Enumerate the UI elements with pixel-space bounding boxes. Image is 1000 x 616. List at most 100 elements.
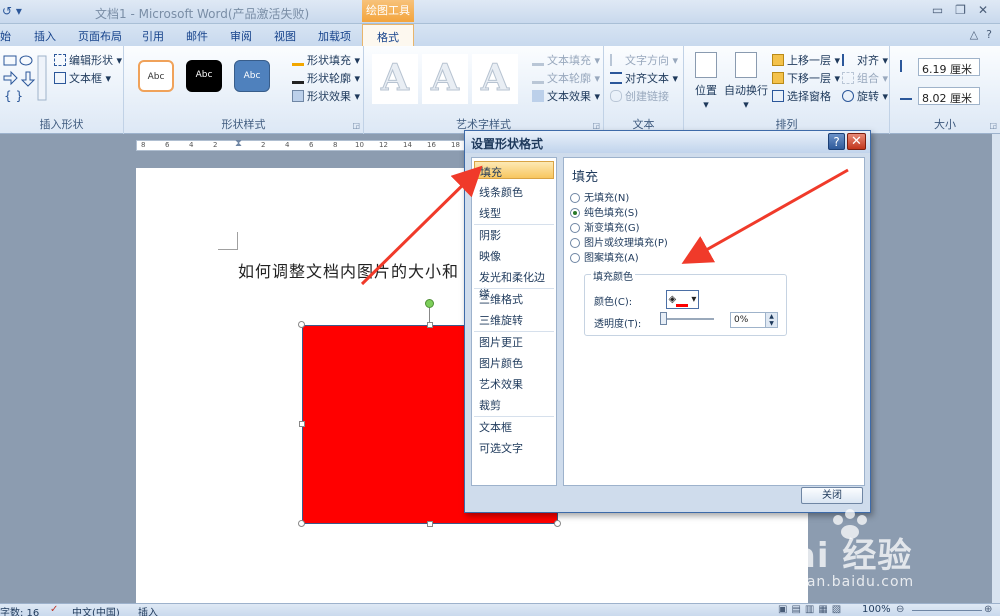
- shape-outline-button[interactable]: 形状轮廓 ▾: [292, 70, 360, 86]
- nav-item-picture-color[interactable]: 图片颜色: [474, 353, 554, 371]
- nav-item-3d-format[interactable]: 三维格式: [474, 289, 554, 307]
- minimize-button[interactable]: ▭: [932, 3, 943, 17]
- tab-mailings[interactable]: 邮件: [186, 28, 208, 44]
- rotate-button[interactable]: 旋转 ▾: [842, 88, 888, 104]
- text-effects-button[interactable]: 文本效果 ▾: [532, 88, 600, 104]
- wordart-style-2[interactable]: A: [422, 54, 468, 104]
- document-text[interactable]: 如何调整文档内图片的大小和: [238, 258, 459, 282]
- paint-bucket-icon: [292, 54, 304, 66]
- nav-item-crop[interactable]: 裁剪: [474, 395, 554, 413]
- nav-item-fill[interactable]: 填充: [474, 161, 554, 179]
- align-button[interactable]: 对齐 ▾: [842, 52, 888, 68]
- group-insert-shapes: { } 编辑形状 ▾ 文本框 ▾ 插入形状: [0, 46, 124, 134]
- selection-pane-button[interactable]: 选择窗格: [772, 88, 831, 104]
- transparency-input[interactable]: 0% ▲ ▼: [730, 312, 778, 328]
- shape-fill-button[interactable]: 形状填充 ▾: [292, 52, 360, 68]
- language-indicator[interactable]: 中文(中国): [72, 604, 120, 616]
- dialog-close-button[interactable]: ✕: [847, 133, 866, 150]
- shape-style-3[interactable]: Abc: [234, 60, 270, 92]
- insert-mode-indicator[interactable]: 插入: [138, 604, 158, 616]
- resize-handle-left[interactable]: [299, 421, 305, 427]
- shape-effects-button[interactable]: 形状效果 ▾: [292, 88, 360, 104]
- dialog-launcher-icon[interactable]: ◲: [989, 121, 997, 130]
- group-shape-styles: Abc Abc Abc 形状填充 ▾ 形状轮廓 ▾ 形状效果 ▾ 形状样式 ◲: [124, 46, 364, 134]
- nav-item-line-color[interactable]: 线条颜色: [474, 182, 554, 200]
- send-backward-button[interactable]: 下移一层 ▾: [772, 70, 840, 86]
- zoom-out-icon[interactable]: ⊖: [896, 604, 904, 615]
- zoom-level[interactable]: 100%: [862, 604, 891, 615]
- bring-forward-icon: [772, 54, 784, 66]
- resize-handle-bottom-left[interactable]: [298, 520, 305, 527]
- restore-button[interactable]: ❐: [955, 3, 966, 17]
- resize-handle-top[interactable]: [427, 322, 433, 328]
- tab-page-layout[interactable]: 页面布局: [78, 28, 122, 44]
- tab-insert[interactable]: 插入: [34, 28, 56, 44]
- tab-references[interactable]: 引用: [142, 28, 164, 44]
- help-question-icon[interactable]: ?: [986, 28, 992, 41]
- nav-item-shadow[interactable]: 阴影: [474, 225, 554, 243]
- dialog-close-action-button[interactable]: 关闭: [801, 487, 863, 504]
- tab-addins[interactable]: 加载项: [318, 28, 351, 44]
- radio-no-fill[interactable]: 无填充(N): [570, 189, 629, 204]
- proofing-icon[interactable]: ✓: [50, 604, 58, 615]
- wordart-style-3[interactable]: A: [472, 54, 518, 104]
- position-button[interactable]: 位置 ▾: [690, 52, 722, 111]
- tab-review[interactable]: 审阅: [230, 28, 252, 44]
- radio-gradient-fill[interactable]: 渐变填充(G): [570, 219, 640, 234]
- nav-item-picture-corrections[interactable]: 图片更正: [474, 332, 554, 350]
- radio-solid-fill[interactable]: 纯色填充(S): [570, 204, 638, 219]
- nav-item-3d-rotation[interactable]: 三维旋转: [474, 310, 554, 328]
- tab-format[interactable]: 格式: [362, 24, 414, 47]
- slider-thumb[interactable]: [660, 312, 667, 325]
- dialog-launcher-icon[interactable]: ◲: [352, 121, 360, 130]
- fill-color-picker[interactable]: ◈ ▾: [666, 290, 699, 309]
- bring-forward-button[interactable]: 上移一层 ▾: [772, 52, 840, 68]
- dialog-help-button[interactable]: ?: [828, 133, 845, 150]
- resize-handle-bottom[interactable]: [427, 521, 433, 527]
- nav-item-reflection[interactable]: 映像: [474, 246, 554, 264]
- resize-handle-top-left[interactable]: [298, 321, 305, 328]
- pencil-icon: [292, 72, 304, 84]
- ruler-tick-label: 12: [379, 141, 388, 149]
- shape-gallery-icon[interactable]: { }: [2, 54, 48, 104]
- zoom-slider[interactable]: [912, 610, 982, 611]
- nav-item-text-box[interactable]: 文本框: [474, 417, 554, 435]
- resize-handle-bottom-right[interactable]: [554, 520, 561, 527]
- shape-style-2[interactable]: Abc: [186, 60, 222, 92]
- help-icon[interactable]: △: [970, 28, 978, 41]
- view-buttons-icon[interactable]: ▣▤▥▦▧: [778, 604, 845, 615]
- tab-home[interactable]: 始: [0, 28, 11, 44]
- radio-picture-texture-fill[interactable]: 图片或纹理填充(P): [570, 234, 668, 249]
- horizontal-ruler[interactable]: 8 6 4 2 2 4 6 8 10 12 14 16 18 ⧗: [136, 138, 466, 151]
- edit-shape-button[interactable]: 编辑形状 ▾: [54, 52, 122, 68]
- shape-width-input[interactable]: 8.02 厘米: [918, 87, 980, 105]
- text-outline-button[interactable]: 文本轮廓 ▾: [532, 70, 600, 86]
- nav-item-glow-soft-edges[interactable]: 发光和柔化边缘: [474, 267, 554, 300]
- close-window-button[interactable]: ✕: [978, 3, 988, 17]
- spin-arrows-icon[interactable]: ▲ ▼: [765, 313, 777, 327]
- transparency-slider[interactable]: [660, 312, 714, 325]
- text-fill-button[interactable]: 文本填充 ▾: [532, 52, 600, 68]
- shape-style-1[interactable]: Abc: [138, 60, 174, 92]
- create-link-button[interactable]: 创建链接: [610, 88, 669, 104]
- wordart-style-1[interactable]: A: [372, 54, 418, 104]
- fill-settings-panel: 填充 无填充(N) 纯色填充(S) 渐变填充(G) 图片或纹理填充(P) 图案填…: [563, 157, 865, 486]
- text-box-button[interactable]: 文本框 ▾: [54, 70, 111, 86]
- tab-view[interactable]: 视图: [274, 28, 296, 44]
- nav-item-artistic-effects[interactable]: 艺术效果: [474, 374, 554, 392]
- shape-height-input[interactable]: 6.19 厘米: [918, 58, 980, 76]
- rotation-handle[interactable]: [425, 299, 434, 308]
- word-count[interactable]: 字数: 16: [0, 604, 39, 616]
- group-objects-button[interactable]: 组合 ▾: [842, 70, 888, 86]
- nav-item-line-style[interactable]: 线型: [474, 203, 554, 221]
- wrap-text-button[interactable]: 自动换行 ▾: [724, 52, 768, 111]
- indent-marker-icon[interactable]: ⧗: [235, 138, 242, 149]
- dialog-launcher-icon[interactable]: ◲: [592, 121, 600, 130]
- text-direction-button[interactable]: 文字方向 ▾: [610, 52, 678, 68]
- quick-access-undo-icon[interactable]: ↺ ▾: [2, 4, 22, 18]
- nav-item-alt-text[interactable]: 可选文字: [474, 438, 554, 456]
- ruler-tick-label: 2: [213, 141, 218, 149]
- radio-pattern-fill[interactable]: 图案填充(A): [570, 249, 639, 264]
- align-text-button[interactable]: 对齐文本 ▾: [610, 70, 678, 86]
- zoom-in-icon[interactable]: ⊕: [984, 604, 992, 615]
